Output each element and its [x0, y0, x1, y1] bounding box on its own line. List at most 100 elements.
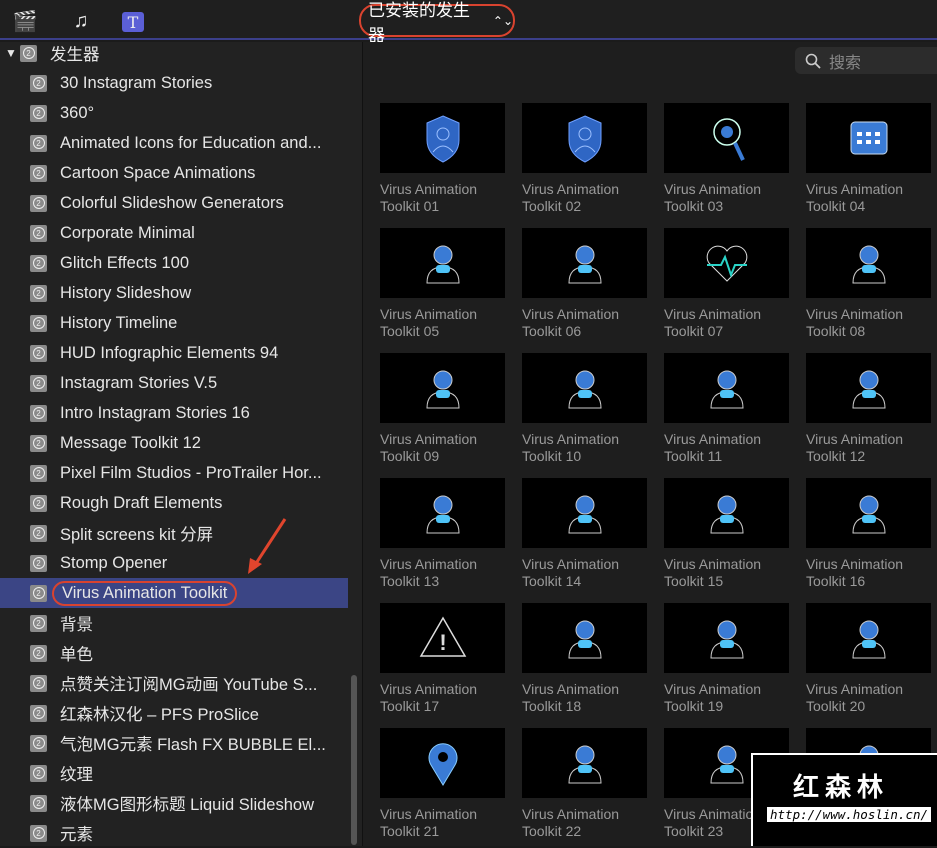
sidebar-item[interactable]: 2 30 Instagram Stories [0, 68, 348, 98]
sidebar-item-label: History Slideshow [60, 283, 192, 302]
tile-thumbnail[interactable] [806, 603, 931, 673]
tile-title: Virus Animation [522, 556, 620, 572]
generator-icon: 2 [30, 74, 47, 92]
sidebar-item[interactable]: 2 背景 [0, 608, 348, 638]
sidebar-scrollbar[interactable] [351, 675, 357, 845]
generator-icon: 2 [30, 644, 47, 662]
generator-tile[interactable]: Virus Animation Toolkit 21 [380, 728, 505, 840]
toolbar: 🎬 ♫ T 已安装的发生器 ⌃⌄ [0, 0, 937, 45]
tile-thumbnail[interactable] [806, 103, 931, 173]
generator-icon: 2 [30, 704, 47, 722]
tile-thumbnail[interactable] [522, 353, 647, 423]
generator-tile[interactable]: Virus Animation Toolkit 04 [806, 103, 931, 215]
tile-title: Virus Animation [664, 431, 762, 447]
sidebar-item[interactable]: 2 Virus Animation Toolkit [0, 578, 348, 608]
clapper-star-icon[interactable]: 🎬 [12, 8, 38, 34]
tile-thumbnail[interactable] [522, 228, 647, 298]
generator-tile[interactable]: Virus Animation Toolkit 13 [380, 478, 505, 590]
sidebar-item[interactable]: 2 History Timeline [0, 308, 348, 338]
sidebar-item[interactable]: 2 Split screens kit 分屏 [0, 518, 348, 548]
generator-tile[interactable]: Virus Animation Toolkit 18 [522, 603, 647, 715]
generator-tile[interactable]: Virus Animation Toolkit 20 [806, 603, 931, 715]
search-input[interactable]: 搜索 [795, 47, 937, 74]
tile-thumbnail[interactable] [664, 603, 789, 673]
syringe-vial-icon [425, 245, 460, 284]
generator-tile[interactable]: Virus Animation Toolkit 12 [806, 353, 931, 465]
search-icon [805, 53, 821, 69]
tile-thumbnail[interactable] [664, 478, 789, 548]
sidebar-item[interactable]: 2 Intro Instagram Stories 16 [0, 398, 348, 428]
photo-music-icon[interactable]: ♫ [68, 8, 94, 34]
sidebar-item-label: 点赞关注订阅MG动画 YouTube S... [60, 676, 318, 694]
sidebar-item[interactable]: 2 Cartoon Space Animations [0, 158, 348, 188]
generator-tile[interactable]: Virus Animation Toolkit 22 [522, 728, 647, 840]
svg-text:!: ! [439, 630, 446, 655]
tile-thumbnail[interactable] [380, 728, 505, 798]
generator-icon: 2 [30, 584, 47, 602]
tile-thumbnail[interactable] [380, 353, 505, 423]
generator-tile[interactable]: Virus Animation Toolkit 19 [664, 603, 789, 715]
tile-thumbnail[interactable] [664, 228, 789, 298]
tile-thumbnail[interactable] [380, 478, 505, 548]
sidebar-item-label: Rough Draft Elements [60, 493, 223, 512]
disclosure-triangle-icon[interactable]: ▼ [5, 46, 17, 60]
tile-thumbnail[interactable] [806, 228, 931, 298]
sidebar-item[interactable]: 2 Stomp Opener [0, 548, 348, 578]
sidebar-item[interactable]: 2 纹理 [0, 758, 348, 788]
tile-subtitle: Toolkit 10 [522, 448, 582, 464]
sidebar-item[interactable]: 2 液体MG图形标题 Liquid Slideshow [0, 788, 348, 818]
generator-tile[interactable]: Virus Animation Toolkit 03 [664, 103, 789, 215]
sidebar-item[interactable]: 2 Rough Draft Elements [0, 488, 348, 518]
sidebar-item[interactable]: 2 History Slideshow [0, 278, 348, 308]
generator-tile[interactable]: Virus Animation Toolkit 15 [664, 478, 789, 590]
sidebar-item[interactable]: 2 元素 [0, 818, 348, 848]
sidebar-item[interactable]: 2 Colorful Slideshow Generators [0, 188, 348, 218]
generator-tile[interactable]: Virus Animation Toolkit 16 [806, 478, 931, 590]
sidebar-header-generators[interactable]: ▼ 2 发生器 [0, 38, 348, 68]
sidebar-item-label: Cartoon Space Animations [60, 163, 256, 182]
tile-thumbnail[interactable] [806, 478, 931, 548]
sidebar-item[interactable]: 2 点赞关注订阅MG动画 YouTube S... [0, 668, 348, 698]
generator-tile[interactable]: Virus Animation Toolkit 09 [380, 353, 505, 465]
sidebar-item[interactable]: 2 Pixel Film Studios - ProTrailer Hor... [0, 458, 348, 488]
sidebar-item[interactable]: 2 单色 [0, 638, 348, 668]
sidebar-item[interactable]: 2 Message Toolkit 12 [0, 428, 348, 458]
sidebar-item[interactable]: 2 气泡MG元素 Flash FX BUBBLE El... [0, 728, 348, 758]
sidebar-item[interactable]: 2 Glitch Effects 100 [0, 248, 348, 278]
generator-tile[interactable]: Virus Animation Toolkit 14 [522, 478, 647, 590]
tile-thumbnail[interactable] [664, 103, 789, 173]
tile-thumbnail[interactable] [522, 728, 647, 798]
tile-thumbnail[interactable]: ! [380, 603, 505, 673]
generator-tile[interactable]: Virus Animation Toolkit 08 [806, 228, 931, 340]
sidebar-item[interactable]: 2 HUD Infographic Elements 94 [0, 338, 348, 368]
tile-subtitle: Toolkit 18 [522, 698, 582, 714]
tile-thumbnail[interactable] [522, 103, 647, 173]
generator-tile[interactable]: Virus Animation Toolkit 11 [664, 353, 789, 465]
generator-tile[interactable]: Virus Animation Toolkit 10 [522, 353, 647, 465]
sidebar-item[interactable]: 2 Instagram Stories V.5 [0, 368, 348, 398]
titles-generators-icon[interactable]: T [122, 12, 144, 32]
tile-thumbnail[interactable] [664, 353, 789, 423]
tile-subtitle: Toolkit 05 [380, 323, 440, 339]
tile-title: Virus Animation [380, 681, 478, 697]
tile-thumbnail[interactable] [380, 228, 505, 298]
generator-tile[interactable]: Virus Animation Toolkit 07 [664, 228, 789, 340]
tile-thumbnail[interactable] [522, 478, 647, 548]
sidebar-item[interactable]: 2 Corporate Minimal [0, 218, 348, 248]
sidebar-item[interactable]: 2 红森林汉化 – PFS ProSlice [0, 698, 348, 728]
tile-thumbnail[interactable] [522, 603, 647, 673]
sidebar-item[interactable]: 2 Animated Icons for Education and... [0, 128, 348, 158]
tile-thumbnail[interactable] [380, 103, 505, 173]
generator-tile[interactable]: Virus Animation Toolkit 01 [380, 103, 505, 215]
generator-category-selector[interactable]: 已安装的发生器 ⌃⌄ [359, 1, 515, 45]
sidebar-item-label: Virus Animation Toolkit [52, 580, 238, 606]
generator-tile[interactable]: Virus Animation Toolkit 05 [380, 228, 505, 340]
magnifier-virus-icon [712, 118, 745, 161]
generator-tile[interactable]: Virus Animation Toolkit 06 [522, 228, 647, 340]
generator-tile[interactable]: ! Virus Animation Toolkit 17 [380, 603, 505, 715]
sidebar-item[interactable]: 2 360° [0, 98, 348, 128]
sanitizer-icon [851, 245, 886, 284]
tile-thumbnail[interactable] [806, 353, 931, 423]
generator-icon: 2 [30, 134, 47, 152]
generator-tile[interactable]: Virus Animation Toolkit 02 [522, 103, 647, 215]
